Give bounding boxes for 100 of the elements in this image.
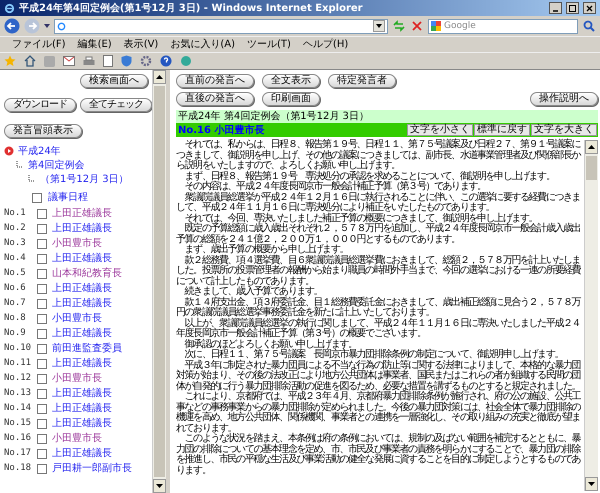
speaker-link[interactable]: 上田正雄議長	[52, 326, 112, 341]
nav-button[interactable]: 全文表示	[262, 74, 320, 88]
speaker-link[interactable]: 小田豊市長	[52, 311, 102, 326]
speaker-link[interactable]: 戸田耕一郎副市長	[52, 461, 132, 476]
dropdown-icon[interactable]	[44, 24, 50, 28]
speech-number: No.11	[4, 356, 32, 370]
speech-paragraph: これにより、京都府では、平成２３年４月、京都府暴力団排除条例が施行され、府の公の施設、公共工事などの事務事業からの暴力団排除が定められました。今後の暴力団対策には、社会全体で暴力団排除の機運を高め、地方公共団体、関係機関、事業者との連携を一層強化し、その取り組みの充実と徹底が望まれております。	[176, 392, 582, 434]
speaker-link[interactable]: 上田正雄議長	[52, 356, 112, 371]
speaker-link[interactable]: 上田正雄議長	[52, 251, 112, 266]
shield-icon[interactable]	[121, 55, 132, 67]
checkbox[interactable]	[37, 358, 47, 368]
scroll-down-icon[interactable]	[153, 479, 166, 493]
action-button[interactable]: ダウンロード	[4, 98, 76, 112]
menu-item[interactable]: 表示(V)	[124, 37, 158, 52]
scroll-thumb[interactable]	[586, 156, 597, 180]
gear-icon[interactable]	[140, 55, 152, 67]
checkbox[interactable]	[37, 388, 47, 398]
menu-item[interactable]: ツール(T)	[247, 37, 291, 52]
menu-item[interactable]: ファイル(F)	[12, 37, 66, 52]
nav-button[interactable]: 印刷画面	[262, 92, 320, 106]
speaker-link[interactable]: 上田正雄議長	[52, 416, 112, 431]
search-icon[interactable]	[582, 19, 596, 33]
speech-paragraph: それでは、私からは、日程８、報告第１９号、日程１１、第７５号議案及び日程２７、第９１号議案につきまして、御説明を申し上げ、その他の議案につきましては、副市長、水道事業管理者及び関係部長から説明をいたしますので、よろしくお願い申し上げます。	[176, 140, 582, 171]
printer-icon[interactable]	[83, 56, 95, 66]
page-icon[interactable]	[103, 55, 113, 67]
speaker-link[interactable]: 上田正雄議長	[52, 281, 112, 296]
speech-paragraph: 以上が、衆議院議員総選挙の執行に関しまして、平成２４年１１月１６日に専決いたしました平成２４年度長岡京市一般会計補正予算（第３号）の概要でございます。	[176, 318, 582, 339]
checkbox[interactable]	[37, 314, 47, 324]
speech-paragraph: 続きまして、歳入予算であります。	[184, 287, 324, 297]
scroll-up-icon[interactable]	[585, 140, 598, 154]
checkbox[interactable]	[37, 328, 47, 338]
speaker-link[interactable]: 上田正雄議長	[52, 401, 112, 416]
speech-paragraph: まず、日程８、報告第１９号 専決処分の承認を求めることについて、御説明を申し上げます。	[184, 172, 556, 182]
stop-icon[interactable]	[410, 19, 424, 33]
speech-number: No.15	[4, 416, 32, 430]
checkbox[interactable]	[37, 404, 47, 414]
speaker-link[interactable]: 上田正雄議長	[52, 221, 112, 236]
checkbox[interactable]	[37, 254, 47, 264]
speaker-link[interactable]: 上田正雄議長	[52, 446, 112, 461]
font-size-button[interactable]: 標準に戻す	[474, 124, 530, 136]
search-field[interactable]: Google	[428, 18, 578, 34]
speech-number: No.10	[4, 342, 32, 355]
checkbox[interactable]	[37, 224, 47, 234]
maximize-icon[interactable]	[566, 2, 579, 14]
speaker-link[interactable]: 上田正雄議長	[52, 296, 112, 311]
back-icon[interactable]	[4, 18, 20, 34]
scrollbar[interactable]	[152, 70, 166, 493]
help-icon[interactable]	[160, 55, 172, 67]
scroll-down-icon[interactable]	[585, 477, 598, 491]
speaker-link[interactable]: 小田豊市長	[52, 236, 102, 251]
address-field[interactable]	[54, 18, 388, 34]
font-size-button[interactable]: 文字を小さく	[407, 124, 473, 136]
speaker-link[interactable]: 上田正雄議長	[52, 386, 112, 401]
speech-head-button[interactable]: 発言冒頭表示	[4, 124, 82, 138]
menu-item[interactable]: ヘルプ(H)	[302, 37, 348, 52]
speaker-link[interactable]: 議事日程	[48, 190, 88, 205]
checkbox[interactable]	[37, 448, 47, 458]
scroll-thumb[interactable]	[154, 86, 165, 477]
menu-item[interactable]: 編集(E)	[78, 37, 112, 52]
checkbox[interactable]	[37, 374, 47, 384]
nav-button[interactable]: 特定発言者	[328, 74, 396, 88]
speaker-link[interactable]: 前田進監査委員	[52, 341, 122, 356]
checkbox[interactable]	[37, 284, 47, 294]
speech-number: No.14	[4, 402, 32, 415]
menu-item[interactable]: お気に入り(A)	[170, 37, 235, 52]
browser-logo-icon	[4, 2, 15, 14]
close-icon[interactable]	[583, 2, 596, 14]
help-button[interactable]: 操作説明へ	[530, 92, 598, 106]
speech-number: No.18	[4, 462, 32, 475]
checkbox[interactable]	[37, 238, 47, 248]
checkbox[interactable]	[37, 418, 47, 428]
speaker-link[interactable]: 小田豊市長	[52, 371, 102, 386]
speech-number: No.7	[4, 296, 27, 310]
home-icon[interactable]	[24, 55, 36, 67]
checkbox[interactable]	[37, 268, 47, 278]
window-title: 平成24年第4回定例会(第1号12月 3日) - Windows Internet Explorer	[19, 1, 364, 16]
mail-icon[interactable]	[63, 56, 75, 66]
checkbox[interactable]	[37, 344, 47, 354]
dropdown-icon[interactable]	[373, 20, 385, 32]
nav-button[interactable]: 直前の発言へ	[176, 74, 254, 88]
checkbox[interactable]	[37, 298, 47, 308]
scroll-up-icon[interactable]	[153, 70, 166, 84]
nav-button[interactable]: 直後の発言へ	[176, 92, 254, 106]
checkbox[interactable]	[37, 434, 47, 444]
tree-link[interactable]: （第1号12月 3日）	[40, 172, 129, 186]
checkbox[interactable]	[37, 208, 47, 218]
action-button[interactable]: 全てチェック	[80, 98, 152, 112]
star-icon[interactable]	[4, 55, 16, 67]
font-size-button[interactable]: 文字を大きく	[531, 124, 597, 136]
minimize-icon[interactable]	[549, 2, 562, 14]
speaker-link[interactable]: 上田正雄議長	[52, 206, 112, 221]
search-screen-button[interactable]: 検索画面へ	[80, 74, 148, 88]
speaker-link[interactable]: 小田豊市長	[52, 431, 102, 446]
scrollbar[interactable]	[584, 140, 598, 491]
tree-link[interactable]: 第4回定例会	[28, 158, 84, 172]
checkbox[interactable]	[32, 192, 42, 202]
speaker-link[interactable]: 山本和紀教育長	[52, 266, 122, 281]
checkbox[interactable]	[37, 464, 47, 474]
speech-number: No.17	[4, 446, 32, 460]
tree-link[interactable]: 平成24年	[18, 144, 61, 158]
